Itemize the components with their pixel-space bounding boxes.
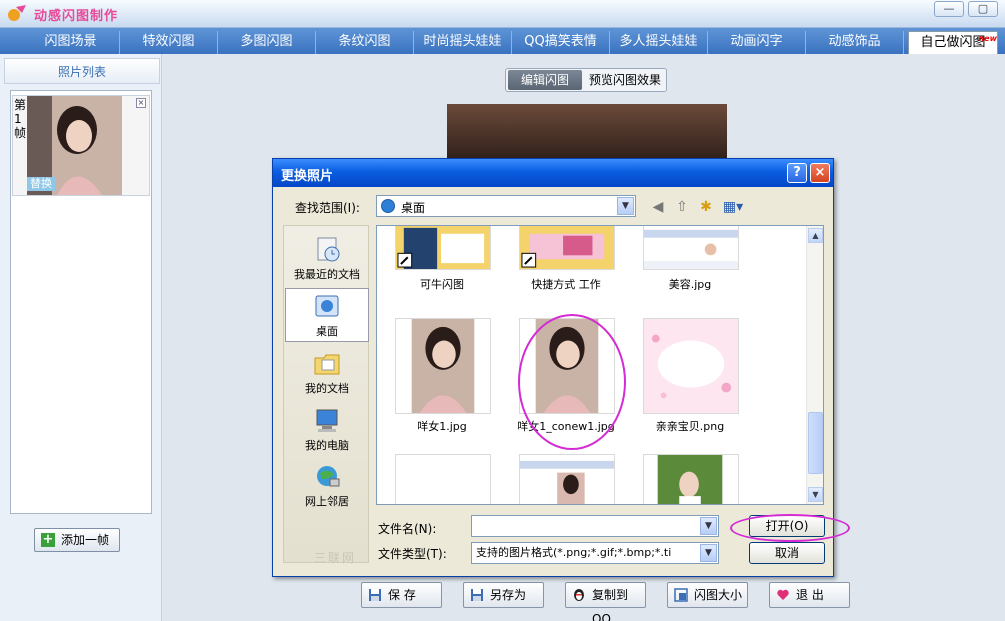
floppy-icon <box>471 589 483 601</box>
file-item[interactable]: 美容.jpg <box>631 226 749 306</box>
file-thumbnail <box>643 226 739 270</box>
add-frame-button[interactable]: + 添加一帧 <box>34 528 120 552</box>
file-name: 咩女1.jpg <box>417 420 467 433</box>
new-badge: new <box>978 34 997 43</box>
tab-preview-flash[interactable]: 预览闪图效果 <box>584 70 666 90</box>
my-documents-icon <box>314 354 340 375</box>
resize-icon <box>674 588 688 602</box>
maximize-button[interactable]: ▢ <box>968 1 998 17</box>
frame-item[interactable]: 第1帧 × 替换 <box>12 95 150 196</box>
frame-label: 第1帧 <box>14 98 27 140</box>
new-folder-icon[interactable]: ✱ <box>697 198 715 216</box>
place-recent-documents[interactable]: 我最近的文档 <box>285 232 369 286</box>
tab-make-your-own[interactable]: 自己做闪图 new <box>908 31 998 54</box>
file-name: 可牛闪图 <box>420 278 464 291</box>
file-name: 亲亲宝贝.png <box>655 420 725 433</box>
places-bar: 我最近的文档 桌面 我的文档 我的电脑 网上邻居 <box>283 225 369 563</box>
exit-button[interactable]: 退 出 <box>769 582 850 608</box>
file-name: 美容.jpg <box>668 278 712 291</box>
chevron-down-icon[interactable]: ▼ <box>617 197 634 215</box>
file-item[interactable] <box>631 454 749 504</box>
tab-animated-text[interactable]: 动画闪字 <box>708 31 806 54</box>
file-item[interactable] <box>507 454 625 504</box>
network-icon <box>317 466 340 487</box>
highlight-ring <box>518 314 626 450</box>
tab-bar: 闪图场景 特效闪图 多图闪图 条纹闪图 时尚摇头娃娃 QQ搞笑表情 多人摇头娃娃… <box>0 28 1005 54</box>
title-bar: 动感闪图制作 — ▢ <box>0 0 1005 28</box>
file-name-input[interactable]: ▼ <box>471 515 719 537</box>
tab-multi-bobblehead[interactable]: 多人摇头娃娃 <box>610 31 708 54</box>
recent-docs-icon <box>317 237 340 262</box>
highlight-ring <box>730 514 850 542</box>
copy-to-qq-button[interactable]: 复制到QQ <box>565 582 646 621</box>
dialog-title: 更换照片 <box>281 169 334 184</box>
help-button[interactable]: ? <box>787 163 807 183</box>
cancel-button[interactable]: 取消 <box>749 542 825 564</box>
place-my-computer[interactable]: 我的电脑 <box>285 403 369 457</box>
place-network[interactable]: 网上邻居 <box>285 459 369 513</box>
tab-decorations[interactable]: 动感饰品 <box>806 31 904 54</box>
mode-tabs: 编辑闪图 预览闪图效果 <box>505 68 667 92</box>
file-item[interactable]: 咩女1.jpg <box>383 318 501 436</box>
photo-list[interactable]: 第1帧 × 替换 <box>10 90 152 514</box>
file-item[interactable]: 快捷方式 工作 <box>507 226 625 306</box>
file-item[interactable]: 可牛闪图 <box>383 226 501 306</box>
file-name: 快捷方式 工作 <box>531 278 601 291</box>
file-thumbnail <box>395 454 491 504</box>
file-name-label: 文件名(N): <box>378 522 437 536</box>
file-thumbnail <box>519 454 615 504</box>
dialog-title-bar: 更换照片 ? × <box>273 159 833 187</box>
heart-icon <box>777 589 789 600</box>
photo-list-panel: 照片列表 第1帧 × 替换 + 添加一帧 <box>0 54 162 621</box>
chevron-down-icon[interactable]: ▼ <box>700 517 717 535</box>
place-my-documents[interactable]: 我的文档 <box>285 346 369 400</box>
scroll-down-icon[interactable]: ▼ <box>808 487 823 502</box>
photo-list-title: 照片列表 <box>4 58 160 84</box>
tab-flash-scene[interactable]: 闪图场景 <box>22 31 120 54</box>
desktop-icon <box>315 295 339 317</box>
my-computer-icon <box>316 409 338 432</box>
minimize-button[interactable]: — <box>934 1 964 17</box>
file-thumbnail <box>643 454 739 504</box>
save-as-button[interactable]: 另存为 <box>463 582 544 608</box>
file-type-label: 文件类型(T): <box>378 547 447 561</box>
file-thumbnail <box>395 318 491 414</box>
scroll-up-icon[interactable]: ▲ <box>808 228 823 243</box>
scroll-thumb[interactable] <box>808 412 823 474</box>
close-frame-icon[interactable]: × <box>136 98 146 108</box>
floppy-icon <box>369 589 381 601</box>
up-folder-icon[interactable]: ⇧ <box>673 198 691 216</box>
look-in-value: 桌面 <box>401 201 426 215</box>
tab-stripe-flash[interactable]: 条纹闪图 <box>316 31 414 54</box>
close-button[interactable]: × <box>810 163 830 183</box>
save-button[interactable]: 保 存 <box>361 582 442 608</box>
place-desktop[interactable]: 桌面 <box>285 288 369 342</box>
back-icon[interactable]: ◀ <box>649 198 667 216</box>
tab-multi-image[interactable]: 多图闪图 <box>218 31 316 54</box>
file-thumbnail <box>395 226 491 270</box>
app-logo-icon <box>8 5 26 21</box>
replace-button[interactable]: 替换 <box>27 177 55 191</box>
view-menu-icon[interactable]: ▦▾ <box>721 198 745 216</box>
penguin-icon <box>574 589 584 601</box>
watermark: 三联网 <box>314 551 357 565</box>
file-item[interactable] <box>383 454 501 504</box>
look-in-label: 查找范围(I): <box>295 201 360 215</box>
file-thumbnail <box>643 318 739 414</box>
file-list-scrollbar[interactable]: ▲ ▼ <box>806 226 823 504</box>
file-thumbnail <box>519 226 615 270</box>
app-title: 动感闪图制作 <box>34 9 119 24</box>
desktop-icon <box>381 199 395 213</box>
file-item[interactable]: 亲亲宝贝.png <box>631 318 749 436</box>
tab-bobblehead[interactable]: 时尚摇头娃娃 <box>414 31 512 54</box>
plus-icon: + <box>41 532 55 547</box>
chevron-down-icon[interactable]: ▼ <box>700 544 717 562</box>
file-type-dropdown[interactable]: 支持的图片格式(*.png;*.gif;*.bmp;*.ti ▼ <box>471 542 719 564</box>
tab-edit-flash[interactable]: 编辑闪图 <box>508 70 582 90</box>
canvas-photo <box>447 104 727 164</box>
flash-size-button[interactable]: 闪图大小 <box>667 582 748 608</box>
tab-qq-emoji[interactable]: QQ搞笑表情 <box>512 31 610 54</box>
tab-effect-flash[interactable]: 特效闪图 <box>120 31 218 54</box>
look-in-dropdown[interactable]: 桌面 ▼ <box>376 195 636 217</box>
